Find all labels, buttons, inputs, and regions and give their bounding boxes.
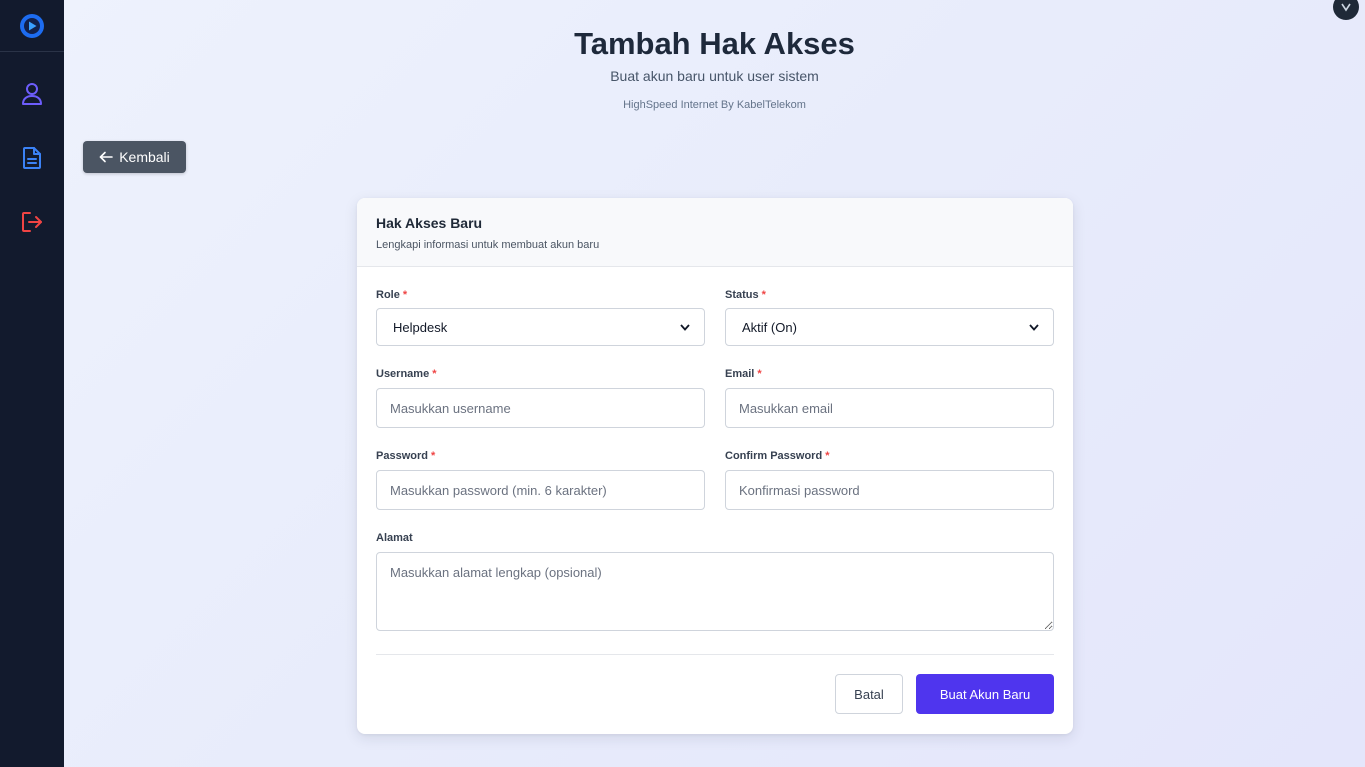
alamat-textarea[interactable] xyxy=(376,552,1054,631)
required-mark: * xyxy=(430,450,436,462)
password-field: Password * xyxy=(376,449,705,510)
role-select[interactable]: Helpdesk xyxy=(376,308,705,346)
email-label: Email * xyxy=(725,368,762,380)
password-input[interactable] xyxy=(376,470,705,510)
cancel-button[interactable]: Batal xyxy=(835,674,903,714)
form-divider xyxy=(376,654,1054,655)
form-card: Hak Akses Baru Lengkapi informasi untuk … xyxy=(357,198,1073,734)
brand-text: HighSpeed Internet By KabelTelekom xyxy=(623,99,806,111)
email-input[interactable] xyxy=(725,388,1054,428)
required-mark: * xyxy=(432,368,437,380)
form-title: Hak Akses Baru xyxy=(376,215,483,231)
sidebar-item-logout[interactable] xyxy=(0,202,64,242)
password-label: Password * xyxy=(376,450,436,462)
email-field: Email * xyxy=(725,367,1054,428)
chevron-down-icon xyxy=(1029,323,1039,331)
confirm-password-input[interactable] xyxy=(725,470,1054,510)
role-select-value: Helpdesk xyxy=(393,319,448,335)
arrow-left-icon xyxy=(99,151,114,163)
role-field: Role * Helpdesk xyxy=(376,288,705,346)
app-logo-icon xyxy=(20,13,44,38)
page-header: Tambah Hak Akses Buat akun baru untuk us… xyxy=(64,0,1365,112)
alamat-label: Alamat xyxy=(376,532,413,544)
status-select[interactable]: Aktif (On) xyxy=(725,308,1054,346)
page-title: Tambah Hak Akses xyxy=(574,26,855,61)
sidebar-item-user[interactable] xyxy=(0,74,64,114)
submit-button[interactable]: Buat Akun Baru xyxy=(916,674,1054,714)
required-mark: * xyxy=(761,289,766,301)
sidebar-item-document[interactable] xyxy=(0,138,64,178)
logout-icon xyxy=(22,212,42,232)
required-mark: * xyxy=(825,450,830,462)
page-subtitle: Buat akun baru untuk user sistem xyxy=(610,68,819,84)
document-icon xyxy=(23,147,41,169)
username-label: Username * xyxy=(376,368,437,380)
sidebar xyxy=(0,0,64,767)
username-field: Username * xyxy=(376,367,705,428)
sidebar-logo[interactable] xyxy=(0,0,64,52)
required-mark: * xyxy=(402,289,408,301)
status-select-value: Aktif (On) xyxy=(742,319,797,335)
user-icon xyxy=(22,83,42,105)
confirm-password-field: Confirm Password * xyxy=(725,449,1054,510)
back-button-label: Kembali xyxy=(119,149,170,165)
back-button[interactable]: Kembali xyxy=(83,141,186,173)
chevron-down-icon xyxy=(680,323,690,331)
username-input[interactable] xyxy=(376,388,705,428)
required-mark: * xyxy=(757,368,762,380)
confirm-password-label: Confirm Password * xyxy=(725,450,830,462)
role-label: Role * xyxy=(376,289,408,301)
form-description: Lengkapi informasi untuk membuat akun ba… xyxy=(376,239,600,251)
status-label: Status * xyxy=(725,289,766,301)
alamat-field: Alamat xyxy=(376,531,1054,631)
form-card-header: Hak Akses Baru Lengkapi informasi untuk … xyxy=(357,198,1073,267)
status-field: Status * Aktif (On) xyxy=(725,288,1054,346)
